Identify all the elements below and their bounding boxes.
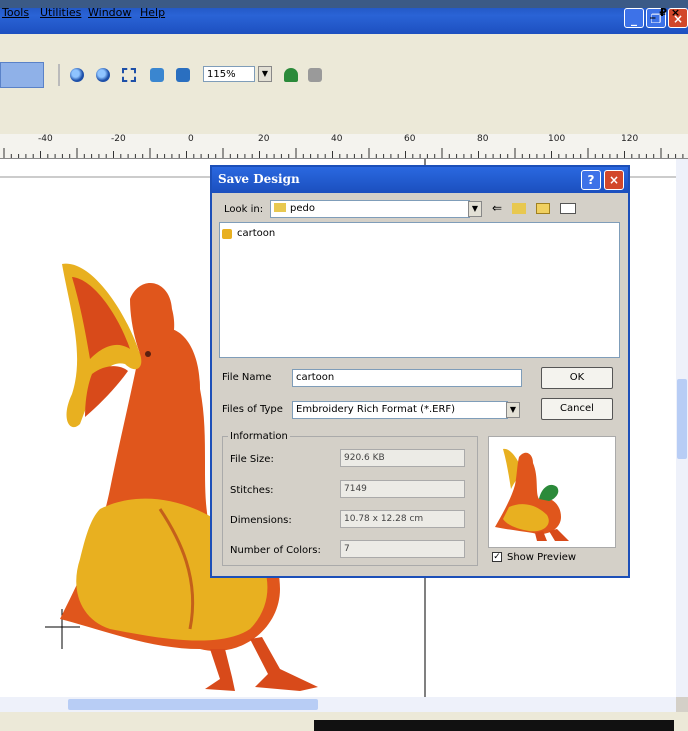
colors-label: Number of Colors:	[230, 545, 321, 556]
new-folder-icon[interactable]	[536, 203, 550, 214]
look-in-combo[interactable]: pedo	[270, 200, 470, 218]
horizontal-ruler	[0, 134, 688, 159]
menu-window[interactable]: Window	[88, 6, 131, 19]
fit-design-icon[interactable]	[176, 68, 190, 82]
stitches-label: Stitches:	[230, 485, 274, 496]
menu-bar	[0, 34, 688, 60]
zoom-out-icon[interactable]	[96, 68, 110, 82]
dialog-title: Save Design	[218, 172, 300, 186]
checkmark-icon: ✓	[493, 552, 501, 562]
toolbar-panel-button[interactable]	[0, 62, 44, 88]
show-preview-checkbox[interactable]: ✓	[492, 552, 502, 562]
menu-tools[interactable]: Tools	[2, 6, 29, 19]
ruler-label: 80	[477, 134, 489, 144]
ruler-label: 0	[188, 134, 194, 144]
cancel-button[interactable]: Cancel	[541, 398, 613, 420]
ruler-ticks	[3, 148, 684, 158]
zoom-dropdown-icon[interactable]: ▼	[258, 66, 272, 82]
zoom-level-field[interactable]: 115%	[203, 66, 255, 82]
look-in-label: Look in:	[224, 204, 264, 215]
mdi-controls[interactable]: _ ₽ ×	[650, 6, 680, 19]
flag-icon[interactable]	[284, 68, 298, 82]
dimensions-label: Dimensions:	[230, 515, 292, 526]
ruler-label: 40	[331, 134, 343, 144]
toolbar-divider	[58, 64, 60, 86]
folder-icon	[274, 203, 286, 212]
ruler-label: 60	[404, 134, 416, 144]
vertical-scroll-thumb[interactable]	[677, 379, 687, 459]
information-group-label: Information	[228, 431, 290, 442]
up-folder-icon[interactable]	[512, 203, 526, 214]
menu-help[interactable]: Help	[140, 6, 165, 19]
dialog-close-button[interactable]: ×	[604, 170, 624, 190]
preview-thumbnail	[495, 448, 569, 541]
ok-button[interactable]: OK	[541, 367, 613, 389]
look-in-dropdown-icon[interactable]: ▼	[468, 201, 482, 217]
file-name-input[interactable]: cartoon	[292, 369, 522, 387]
ruler-label: 120	[621, 134, 639, 144]
status-bar-dark-strip	[314, 720, 674, 731]
view-menu-icon[interactable]	[560, 203, 576, 214]
vertical-scrollbar[interactable]	[676, 159, 688, 697]
file-type-dropdown-icon[interactable]: ▼	[506, 402, 520, 418]
ruler-label: -20	[111, 134, 126, 144]
minimize-button[interactable]: _	[624, 8, 644, 28]
dimensions-value: 10.78 x 12.28 cm	[340, 510, 465, 528]
file-name-label: File Name	[222, 372, 272, 383]
back-arrow-icon[interactable]: ⇐	[492, 201, 502, 215]
file-size-value: 920.6 KB	[340, 449, 465, 467]
file-icon	[222, 229, 232, 239]
file-type-label: Files of Type	[222, 404, 283, 415]
ruler-label: 20	[258, 134, 270, 144]
ruler-label: 100	[548, 134, 566, 144]
zoom-box-icon[interactable]	[122, 68, 136, 82]
file-list[interactable]	[219, 222, 620, 358]
look-in-value: pedo	[290, 203, 315, 214]
fit-page-icon[interactable]	[150, 68, 164, 82]
file-size-label: File Size:	[230, 454, 274, 465]
colors-value: 7	[340, 540, 465, 558]
horizontal-scrollbar[interactable]	[0, 697, 676, 712]
file-item[interactable]: cartoon	[237, 228, 275, 239]
file-type-select[interactable]: Embroidery Rich Format (*.ERF)	[292, 401, 508, 419]
stitches-value: 7149	[340, 480, 465, 498]
horizontal-scroll-thumb[interactable]	[68, 699, 318, 710]
ruler-label: -40	[38, 134, 53, 144]
zoom-in-icon[interactable]	[70, 68, 84, 82]
show-preview-label: Show Preview	[507, 552, 577, 563]
menu-utilities[interactable]: Utilities	[40, 6, 81, 19]
design-preview	[488, 436, 616, 548]
lock-icon[interactable]	[308, 68, 322, 82]
dialog-help-button[interactable]: ?	[581, 170, 601, 190]
